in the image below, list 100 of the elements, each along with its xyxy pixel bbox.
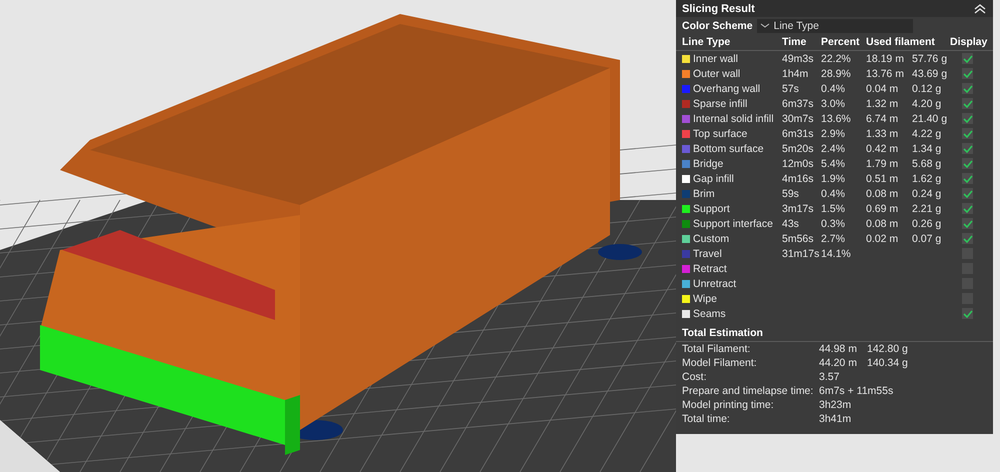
percent-value: 0.4% [821,188,846,200]
estimation-label: Prepare and timelapse time: [682,385,814,397]
length-value: 0.69 m [866,202,900,214]
estimation-value: 3h41m [819,413,852,425]
estimation-value: 142.80 g [867,343,908,355]
estimation-label: Cost: [682,371,708,383]
weight-value: 1.62 g [912,172,942,184]
estimation-value: 6m7s + 11m55s [819,385,894,397]
length-value: 0.08 m [866,188,900,200]
weight-value: 4.20 g [912,98,942,110]
estimation-value: 3.57 [819,371,840,383]
display-checkbox[interactable] [962,233,973,244]
percent-value: 2.9% [821,128,846,140]
time-value: 59s [782,188,800,200]
display-checkbox[interactable] [962,68,973,79]
length-value: 0.04 m [866,82,900,94]
column-header: Time [782,36,808,48]
weight-value: 4.22 g [912,128,942,140]
length-value: 1.32 m [866,98,900,110]
column-header: Display [950,36,988,48]
time-value: 1h4m [782,68,810,80]
percent-value: 0.4% [821,82,846,94]
estimation-label: Total time: [682,413,731,425]
display-checkbox[interactable] [962,98,973,109]
display-checkbox[interactable] [962,218,973,229]
line-type-name: Sparse infill [693,98,748,110]
time-value: 4m16s [782,172,815,184]
percent-value: 1.5% [821,202,846,214]
percent-value: 0.3% [821,218,846,230]
line-type-name: Seams [693,308,726,320]
weight-value: 0.12 g [912,82,942,94]
time-value: 49m3s [782,52,815,64]
display-checkbox[interactable] [962,173,973,184]
length-value: 1.79 m [866,158,900,170]
section-title: Total Estimation [676,325,993,342]
length-value: 13.76 m [866,68,905,80]
time-value: 3m17s [782,202,815,214]
weight-value: 0.24 g [912,188,942,200]
line-type-name: Custom [693,232,730,244]
time-value: 57s [782,82,800,94]
line-type-name: Travel [693,248,722,260]
time-value: 6m31s [782,128,815,140]
line-type-name: Bottom surface [693,142,764,154]
percent-value: 28.9% [821,68,852,80]
time-value: 6m37s [782,98,815,110]
line-type-name: Wipe [693,292,717,304]
time-value: 43s [782,218,800,230]
percent-value: 22.2% [821,52,852,64]
weight-value: 0.07 g [912,232,942,244]
estimation-label: Total Filament: [682,343,752,355]
length-value: 18.19 m [866,52,905,64]
weight-value: 1.34 g [912,142,942,154]
length-value: 0.02 m [866,232,900,244]
display-checkbox[interactable] [962,53,973,64]
percent-value: 14.1% [821,248,852,260]
length-value: 0.51 m [866,172,900,184]
collapse-icon[interactable] [973,4,987,14]
color-scheme-dropdown[interactable]: Line Type [756,18,913,32]
display-checkbox[interactable] [962,128,973,139]
percent-value: 1.9% [821,172,846,184]
weight-value: 57.76 g [912,52,948,64]
estimation-label: Model Filament: [682,357,758,369]
length-value: 1.33 m [866,128,900,140]
percent-value: 2.7% [821,232,846,244]
time-value: 31m17s [782,248,820,260]
line-type-name: Brim [693,188,715,200]
line-type-name: Top surface [693,128,748,140]
line-type-name: Overhang wall [693,82,760,94]
estimation-label: Model printing time: [682,399,775,411]
color-scheme-label: Color Scheme [682,20,753,32]
line-type-name: Unretract [693,278,736,290]
line-type-name: Outer wall [693,68,740,80]
display-checkbox[interactable] [962,113,973,124]
estimation-value: 3h23m [819,399,852,411]
weight-value: 2.21 g [912,202,942,214]
column-header: Used filament [866,36,936,48]
display-checkbox[interactable] [962,308,973,319]
estimation-value: 44.98 m [819,343,858,355]
percent-value: 13.6% [821,112,852,124]
length-value: 6.74 m [866,112,900,124]
time-value: 30m7s [782,112,815,124]
display-checkbox[interactable] [962,158,973,169]
time-value: 12m0s [782,158,815,170]
display-checkbox[interactable] [962,188,973,199]
percent-value: 2.4% [821,142,846,154]
line-type-name: Support interface [693,218,773,230]
display-checkbox[interactable] [962,83,973,94]
column-header: Line Type [682,36,732,48]
estimation-value: 140.34 g [867,357,908,369]
weight-value: 21.40 g [912,112,948,124]
display-checkbox[interactable] [962,203,973,214]
line-type-name: Retract [693,262,727,274]
display-checkbox[interactable] [962,143,973,154]
time-value: 5m56s [782,232,815,244]
line-type-name: Inner wall [693,52,738,64]
line-type-name: Gap infill [693,172,734,184]
percent-value: 5.4% [821,158,846,170]
estimation-value: 44.20 m [819,357,858,369]
panel-title: Slicing Result [682,2,755,14]
time-value: 5m20s [782,142,815,154]
